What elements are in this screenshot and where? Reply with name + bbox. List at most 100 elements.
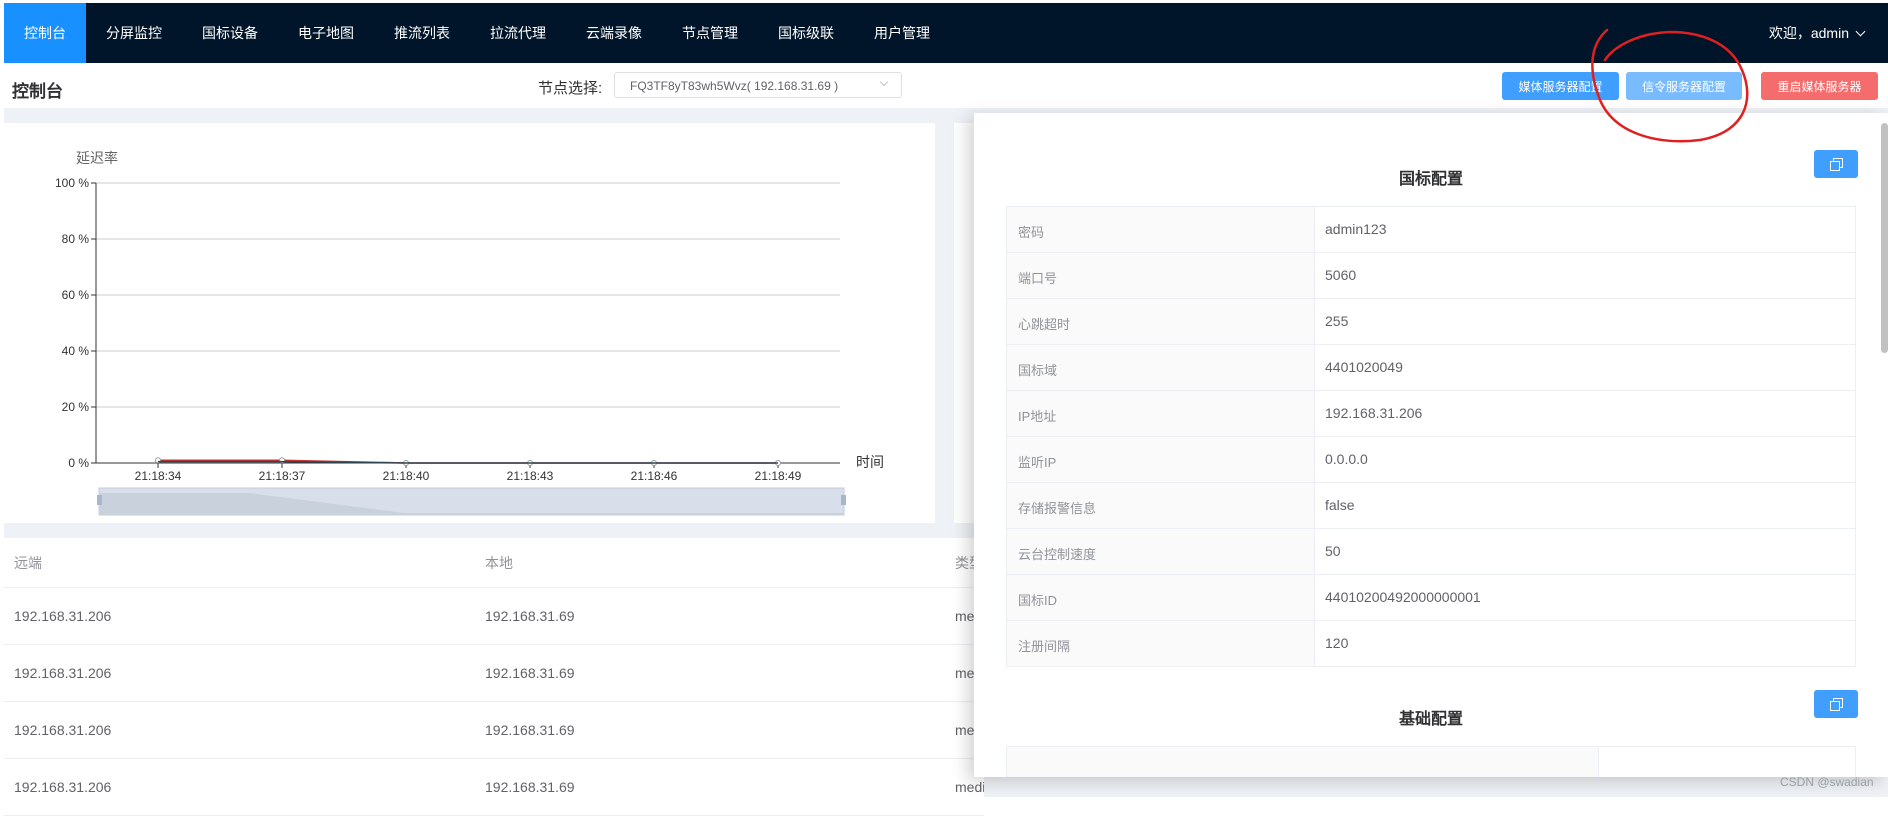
nav-item-node-manage[interactable]: 节点管理 xyxy=(662,3,758,63)
config-label: 心跳超时 xyxy=(1007,299,1315,344)
datazoom-right-handle xyxy=(841,495,846,505)
config-row: 国标ID 44010200492000000001 xyxy=(1007,575,1856,621)
datazoom-left-handle xyxy=(97,495,102,505)
table-row: 192.168.31.206 192.168.31.69 mediakit::H… xyxy=(4,702,984,759)
page-title: 控制台 xyxy=(12,82,63,101)
nav-item-pull-proxy[interactable]: 拉流代理 xyxy=(470,3,566,63)
config-value: 120 xyxy=(1315,621,1856,666)
page-header: 控制台 节点选择: FQ3TF8yT83wh5Wvz( 192.168.31.6… xyxy=(4,63,1888,108)
x-tick-label: 21:18:46 xyxy=(631,469,678,483)
cell-local: 192.168.31.69 xyxy=(485,608,575,624)
cell-remote: 192.168.31.206 xyxy=(14,722,112,738)
config-label: 注册间隔 xyxy=(1007,621,1315,666)
secondary-card xyxy=(954,123,974,523)
scrollbar-thumb[interactable] xyxy=(1881,123,1888,353)
node-select-value: FQ3TF8yT83wh5Wvz( 192.168.31.69 ) xyxy=(630,79,839,93)
config-value: 44010200492000000001 xyxy=(1315,575,1856,620)
cell-remote: 192.168.31.206 xyxy=(14,608,112,624)
copy-icon xyxy=(1830,698,1843,711)
config-row: 监听IP 0.0.0.0 xyxy=(1007,437,1856,483)
media-server-config-button[interactable]: 媒体服务器配置 xyxy=(1502,72,1619,100)
config-label: 国标ID xyxy=(1007,575,1315,620)
welcome-text: 欢迎，admin xyxy=(1768,25,1849,41)
watermark: CSDN @swadian xyxy=(1780,775,1874,789)
config-value xyxy=(1599,747,1856,777)
x-tick-label: 21:18:49 xyxy=(755,469,802,483)
col-header-remote: 远端 xyxy=(14,554,42,571)
config-value: 4401020049 xyxy=(1315,345,1856,390)
nav-item-gb-device[interactable]: 国标设备 xyxy=(182,3,278,63)
config-label: 云台控制速度 xyxy=(1007,529,1315,574)
config-value: 0.0.0.0 xyxy=(1315,437,1856,482)
table-row: 192.168.31.206 192.168.31.69 mediakit::H… xyxy=(4,588,984,645)
copy-gb-config-button[interactable] xyxy=(1814,150,1858,178)
cell-type: mediakit::HttpSession xyxy=(955,779,984,795)
y-axis-label: 延迟率 xyxy=(76,150,118,166)
gb-config-title: 国标配置 xyxy=(1398,171,1463,188)
config-label: 国标域 xyxy=(1007,345,1315,390)
y-tick-label: 60 % xyxy=(62,288,90,302)
copy-icon xyxy=(1830,158,1843,171)
config-label xyxy=(1007,747,1599,777)
chevron-down-icon xyxy=(1855,26,1866,36)
chevron-down-icon xyxy=(879,77,889,87)
node-select-label: 节点选择: xyxy=(538,80,603,97)
config-value: false xyxy=(1315,483,1856,528)
cell-local: 192.168.31.69 xyxy=(485,665,575,681)
config-row: IP地址 192.168.31.206 xyxy=(1007,391,1856,437)
config-value: 192.168.31.206 xyxy=(1315,391,1856,436)
nav-item-console[interactable]: 控制台 xyxy=(4,3,86,63)
config-value: 50 xyxy=(1315,529,1856,574)
nav-item-split-monitor[interactable]: 分屏监控 xyxy=(86,3,182,63)
y-tick-label: 100 % xyxy=(55,176,89,190)
top-nav: 控制台 分屏监控 国标设备 电子地图 推流列表 拉流代理 云端录像 节点管理 国… xyxy=(4,3,1888,63)
nav-item-push-list[interactable]: 推流列表 xyxy=(374,3,470,63)
config-row: 密码 admin123 xyxy=(1007,207,1856,253)
basic-config-table xyxy=(1006,746,1856,777)
y-tick-label: 0 % xyxy=(68,456,89,470)
config-row: 存储报警信息 false xyxy=(1007,483,1856,529)
node-select[interactable]: FQ3TF8yT83wh5Wvz( 192.168.31.69 ) xyxy=(614,72,902,98)
gb-config-table: 密码 admin123 端口号 5060 心跳超时 255 国标域 4401020049… xyxy=(1006,206,1856,667)
cell-remote: 192.168.31.206 xyxy=(14,665,112,681)
drawer-scrollbar[interactable] xyxy=(1881,123,1888,763)
x-tick-label: 21:18:40 xyxy=(383,469,430,483)
config-value: 255 xyxy=(1315,299,1856,344)
x-tick-label: 21:18:37 xyxy=(259,469,306,483)
config-value: admin123 xyxy=(1315,207,1856,252)
config-label: 监听IP xyxy=(1007,437,1315,482)
x-tick-label: 21:18:43 xyxy=(507,469,554,483)
config-row: 心跳超时 255 xyxy=(1007,299,1856,345)
cell-remote: 192.168.31.206 xyxy=(14,779,112,795)
signal-config-drawer: 国标配置 密码 admin123 端口号 5060 心跳超时 255 国标域 44010… xyxy=(974,113,1888,777)
col-header-local: 本地 xyxy=(485,554,513,571)
signal-server-config-button[interactable]: 信令服务器配置 xyxy=(1626,72,1742,100)
latency-chart: 100 % 80 % 60 % 40 % 20 % 0 % 延迟率 21:18:34 21:18… xyxy=(55,150,884,516)
restart-media-server-button[interactable]: 重启媒体服务器 xyxy=(1761,72,1878,100)
config-label: 端口号 xyxy=(1007,253,1315,298)
x-axis-label: 时间 xyxy=(856,454,884,470)
session-table: 远端 本地 类型 192.168.31.206 192.168.31.69 me… xyxy=(4,538,984,816)
table-header: 远端 本地 类型 xyxy=(4,538,984,588)
cell-local: 192.168.31.69 xyxy=(485,722,575,738)
config-label: IP地址 xyxy=(1007,391,1315,436)
table-row: 192.168.31.206 192.168.31.69 mediakit::H… xyxy=(4,645,984,702)
config-row: 云台控制速度 50 xyxy=(1007,529,1856,575)
x-tick-label: 21:18:34 xyxy=(135,469,182,483)
nav-item-cloud-record[interactable]: 云端录像 xyxy=(566,3,662,63)
nav-item-user-manage[interactable]: 用户管理 xyxy=(854,3,950,63)
config-row: 国标域 4401020049 xyxy=(1007,345,1856,391)
config-value: 5060 xyxy=(1315,253,1856,298)
y-tick-label: 40 % xyxy=(62,344,90,358)
y-tick-label: 20 % xyxy=(62,400,90,414)
nav-item-map[interactable]: 电子地图 xyxy=(278,3,374,63)
latency-chart-card: 100 % 80 % 60 % 40 % 20 % 0 % 延迟率 21:18:34 21:18… xyxy=(4,123,935,523)
copy-basic-config-button[interactable] xyxy=(1814,690,1858,718)
config-label: 存储报警信息 xyxy=(1007,483,1315,528)
table-row: 192.168.31.206 192.168.31.69 mediakit::H… xyxy=(4,759,984,816)
user-menu[interactable]: 欢迎，admin xyxy=(1769,3,1888,63)
y-tick-label: 80 % xyxy=(62,232,90,246)
config-row: 注册间隔 120 xyxy=(1007,621,1856,667)
nav-item-gb-cascade[interactable]: 国标级联 xyxy=(758,3,854,63)
config-row: 端口号 5060 xyxy=(1007,253,1856,299)
